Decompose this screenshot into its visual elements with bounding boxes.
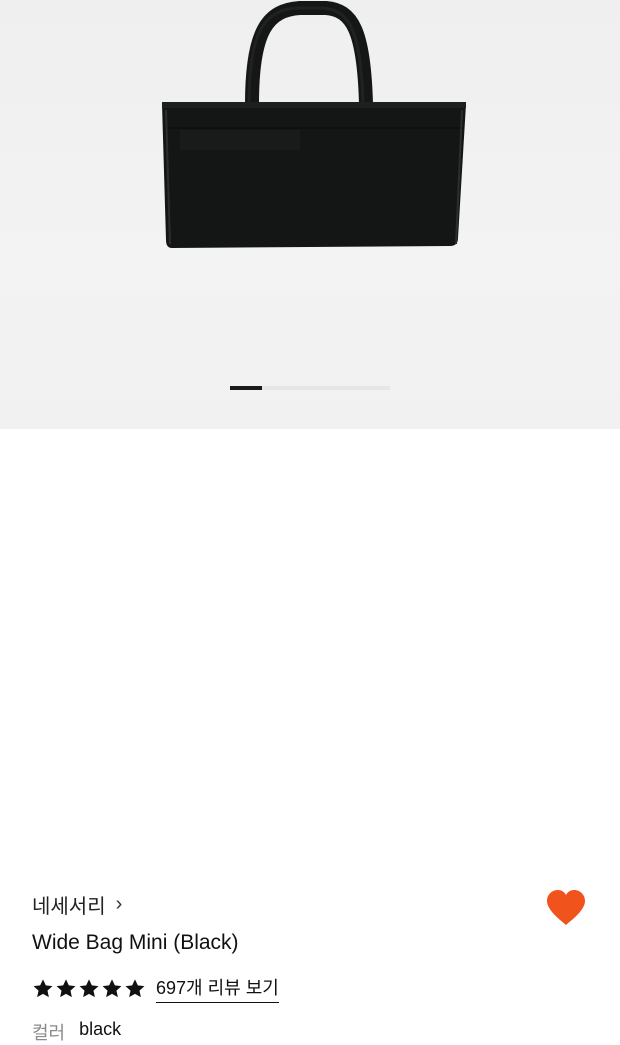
rating-row: 697개 리뷰 보기	[32, 974, 279, 1003]
heart-icon	[547, 890, 585, 925]
brand-name: 네세서리	[32, 896, 106, 918]
star-icon	[102, 978, 122, 997]
product-image	[162, 1, 466, 248]
product-title: Wide Bag Mini (Black)	[32, 931, 239, 954]
review-link[interactable]: 697개 리뷰 보기	[156, 974, 279, 1003]
star-icon	[56, 978, 76, 997]
product-info: 네세서리 › Wide Bag Mini (Black) 697개 리뷰 보기 …	[0, 429, 620, 1043]
wishlist-button[interactable]	[545, 889, 587, 927]
star-icon	[33, 978, 53, 997]
star-icon	[125, 978, 145, 997]
color-option: 컬러 black	[32, 1019, 121, 1045]
color-value: black	[79, 1019, 122, 1039]
carousel-pager-active	[230, 386, 262, 390]
color-label: 컬러	[32, 1023, 66, 1043]
carousel-pager	[230, 386, 390, 390]
star-rating	[32, 978, 146, 1000]
product-image-carousel[interactable]	[0, 0, 620, 429]
brand-link[interactable]: 네세서리 ›	[32, 890, 122, 919]
star-icon	[79, 978, 99, 997]
chevron-right-icon: ›	[115, 893, 123, 915]
